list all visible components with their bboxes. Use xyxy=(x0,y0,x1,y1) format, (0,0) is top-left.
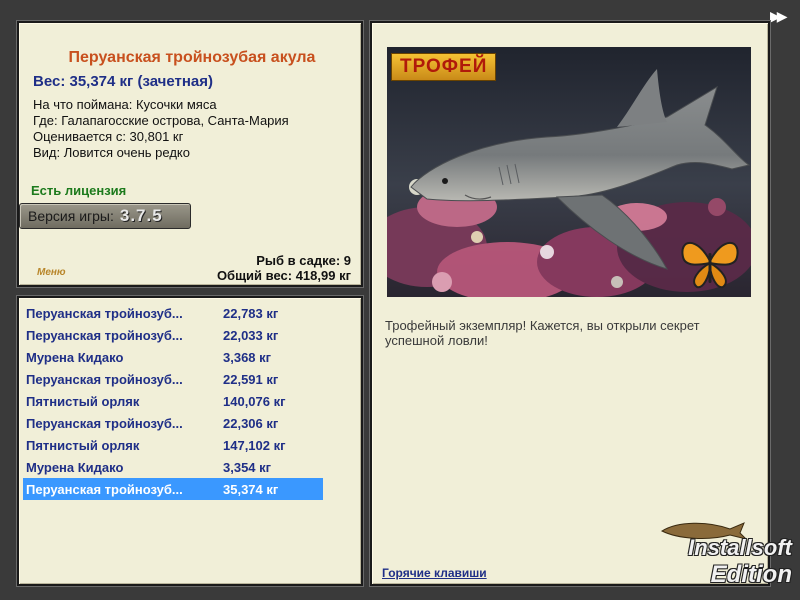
catch-weight: 22,033 кг xyxy=(223,327,279,343)
version-label: Версия игры: xyxy=(28,208,114,224)
catch-name: Мурена Кидако xyxy=(26,349,124,365)
catch-weight: 22,306 кг xyxy=(223,415,279,431)
shark-image: ТРОФЕЙ xyxy=(387,47,751,297)
catch-name: Перуанская тройнозуб... xyxy=(26,371,183,387)
catch-name: Перуанская тройнозуб... xyxy=(26,305,183,321)
fast-forward-icon[interactable]: ▶▶ xyxy=(770,8,787,25)
rated-from-info: Оценивается с: 30,801 кг xyxy=(33,129,184,144)
trophy-description: Трофейный экземпляр! Кажется, вы открыли… xyxy=(385,318,700,348)
catch-row[interactable]: Перуанская тройнозуб... 22,033 кг xyxy=(23,324,323,346)
fish-info-panel: Перуанская тройнозубая акула Вес: 35,374… xyxy=(17,21,363,287)
catch-list-panel: Перуанская тройнозуб... 22,783 кг Перуанск… xyxy=(17,296,363,586)
catch-weight: 22,591 кг xyxy=(223,371,279,387)
catch-name: Пятнистый орляк xyxy=(26,393,140,409)
catch-row[interactable]: Мурена Кидако 3,368 кг xyxy=(23,346,323,368)
catch-name: Перуанская тройнозуб... xyxy=(26,327,183,343)
fish-title: Перуанская тройнозубая акула xyxy=(68,49,316,66)
catch-weight: 22,783 кг xyxy=(223,305,279,321)
watermark-line2: Edition xyxy=(710,561,792,588)
catch-row[interactable]: Перуанская тройнозуб... 22,591 кг xyxy=(23,368,323,390)
trophy-detail-panel: ТРОФЕЙ Трофейный экземпляр! Кажется, вы … xyxy=(370,21,770,586)
catch-weight: 147,102 кг xyxy=(223,437,286,453)
game-version-badge: Версия игры: 3.7.5 xyxy=(19,203,191,229)
catch-name: Мурена Кидако xyxy=(26,459,124,475)
catch-row[interactable]: Мурена Кидако 3,354 кг xyxy=(23,456,323,478)
catch-name: Перуанская тройнозуб... xyxy=(26,481,183,497)
keepnet-count: Рыб в садке: 9 xyxy=(256,253,351,268)
catch-weight: 3,354 кг xyxy=(223,459,272,475)
rarity-info: Вид: Ловится очень редко xyxy=(33,145,190,160)
catch-weight: 140,076 кг xyxy=(223,393,286,409)
total-weight: Общий вес: 418,99 кг xyxy=(216,268,351,283)
catch-row[interactable]: Перуанская тройнозуб... 35,374 кг xyxy=(23,478,323,500)
license-status: Есть лицензия xyxy=(31,183,127,198)
catch-row[interactable]: Пятнистый орляк 140,076 кг xyxy=(23,390,323,412)
catch-weight: 3,368 кг xyxy=(223,349,272,365)
fish-weight: Вес: 35,374 кг (зачетная) xyxy=(33,73,214,90)
watermark-line1: Installsoft xyxy=(688,535,792,560)
location-info: Где: Галапагосские острова, Санта-Мария xyxy=(33,113,289,128)
catch-row[interactable]: Пятнистый орляк 147,102 кг xyxy=(23,434,323,456)
catch-name: Перуанская тройнозуб... xyxy=(26,415,183,431)
catch-name: Пятнистый орляк xyxy=(26,437,140,453)
trophy-badge: ТРОФЕЙ xyxy=(391,53,497,81)
installsoft-watermark: Installsoft Edition xyxy=(640,522,800,600)
menu-logo[interactable]: Меню xyxy=(37,267,66,278)
hotkeys-link[interactable]: Горячие клавиши xyxy=(382,566,487,580)
catch-weight: 35,374 кг xyxy=(223,481,279,497)
bait-info: На что поймана: Кусочки мяса xyxy=(33,97,217,112)
catch-row[interactable]: Перуанская тройнозуб... 22,783 кг xyxy=(23,302,323,324)
version-number: 3.7.5 xyxy=(119,206,163,225)
butterfly-icon xyxy=(681,242,739,289)
catch-row[interactable]: Перуанская тройнозуб... 22,306 кг xyxy=(23,412,323,434)
